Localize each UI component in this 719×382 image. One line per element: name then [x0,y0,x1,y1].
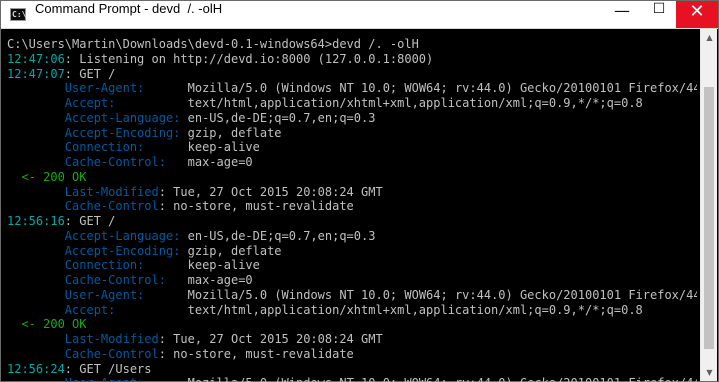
header-key: Cache-Control [64,199,159,214]
console-line: Connection: keep-alive [7,258,697,273]
console-line: Cache-Control: max-age=0 [7,273,697,288]
console-text: text/html,application/xhtml+xml,applicat… [115,302,643,317]
console-text: : no-store, must-revalidate [158,199,354,214]
console-text: text/html,application/xhtml+xml,applicat… [115,96,643,110]
console-text: keep-alive [144,140,260,155]
header-key: Accept-Language: [64,110,181,125]
header-key: Cache-Control: [64,273,166,287]
header-key: Connection: [64,140,145,155]
console-text: C:\Users\Martin\Downloads\devd-0.1-windo… [7,37,419,51]
maximize-button[interactable]: ☐ [641,1,677,28]
scroll-down-arrow-icon[interactable]: ▼ [701,364,718,381]
console-text: Mozilla/5.0 (Windows NT 10.0; WOW64; rv:… [144,81,697,96]
header-key: Accept-Encoding: [64,243,181,258]
header-key: Accept: [64,96,116,110]
console-text: en-US,de-DE;q=0.7,en;q=0.3 [180,110,376,125]
console-output[interactable]: C:\Users\Martin\Downloads\devd-0.1-windo… [7,37,697,382]
console-text: : Tue, 27 Oct 2015 20:08:24 GMT [158,184,383,199]
command-prompt-window: C:\ Command Prompt - devd /. -olH — ☐ ✕ … [0,0,719,382]
header-key: Cache-Control: [64,155,166,169]
scroll-up-arrow-icon[interactable]: ▲ [701,29,718,46]
console-line: Last-Modified: Tue, 27 Oct 2015 20:08:24… [7,332,697,347]
console-line: <- 200 OK [7,317,697,332]
vertical-scrollbar[interactable]: ▲ ▼ [700,29,717,381]
header-key: Cache-Control [64,346,159,361]
cmd-icon[interactable]: C:\ [10,8,26,21]
console-text: gzip, deflate [180,243,282,258]
header-key: Last-Modified [64,184,159,199]
header-key: User-Agent: [64,287,145,302]
console-text: : GET / [64,214,116,228]
console-text: : Listening on http://devd.io:8000 (127.… [64,51,434,66]
console-line: <- 200 OK [7,170,697,185]
console-line: Accept-Encoding: gzip, deflate [7,244,697,259]
console-line: 12:47:06: Listening on http://devd.io:80… [7,52,697,67]
minimize-button[interactable]: — [604,1,640,28]
timestamp: 12:56:24 [7,361,65,376]
header-key: Accept-Encoding: [64,125,181,140]
console-text: : no-store, must-revalidate [158,346,354,361]
header-key: Connection: [64,258,145,273]
console-line: Cache-Control: no-store, must-revalidate [7,347,697,362]
console-line: Connection: keep-alive [7,140,697,155]
console-line: C:\Users\Martin\Downloads\devd-0.1-windo… [7,37,697,52]
header-key: Accept: [64,302,116,317]
header-key: User-Agent: [64,81,145,96]
console-line: 12:56:24: GET /Users [7,362,697,377]
console-line: Cache-Control: no-store, must-revalidate [7,199,697,214]
console-line: Accept-Language: en-US,de-DE;q=0.7,en;q=… [7,111,697,126]
scrollbar-thumb[interactable] [704,87,714,349]
console-text: max-age=0 [165,273,253,287]
console-text: : Tue, 27 Oct 2015 20:08:24 GMT [158,332,383,346]
console-line: Accept-Language: en-US,de-DE;q=0.7,en;q=… [7,229,697,244]
console-text: Mozilla/5.0 (Windows NT 10.0; WOW64; rv:… [144,287,697,302]
console-line: User-Agent: Mozilla/5.0 (Windows NT 10.0… [7,81,697,96]
title-bar[interactable]: C:\ Command Prompt - devd /. -olH — ☐ ✕ [1,1,718,29]
console-text: gzip, deflate [180,125,282,140]
status-response: <- 200 OK [7,169,87,184]
header-key: User-Agent: [65,376,144,382]
console-line: Accept: text/html,application/xhtml+xml,… [7,303,697,318]
console-text: keep-alive [144,258,260,273]
console-line: Cache-Control: max-age=0 [7,155,697,170]
header-key: Last-Modified [64,332,159,346]
console-text: : GET / [64,66,116,81]
console-line: User-Agent: Mozilla/5.0 (Windows NT 10.0… [7,376,697,382]
console-text: Mozilla/5.0 (Windows NT 10.0; WOW64; rv:… [144,376,697,382]
console-line: Last-Modified: Tue, 27 Oct 2015 20:08:24… [7,185,697,200]
status-response: <- 200 OK [7,317,87,332]
console-line: Accept: text/html,application/xhtml+xml,… [7,96,697,111]
header-key: Accept-Language: [64,228,181,243]
timestamp: 12:56:16 [7,214,65,228]
console-line: 12:56:16: GET / [7,214,697,229]
console-text: : GET /Users [64,361,152,376]
console-line: User-Agent: Mozilla/5.0 (Windows NT 10.0… [7,288,697,303]
timestamp: 12:47:06 [7,51,65,66]
console-line: 12:47:07: GET / [7,67,697,82]
timestamp: 12:47:07 [7,66,65,81]
console-text: max-age=0 [165,155,253,169]
window-title: Command Prompt - devd /. -olH [35,1,223,16]
console-text: en-US,de-DE;q=0.7,en;q=0.3 [180,228,376,243]
console-line: Accept-Encoding: gzip, deflate [7,126,697,141]
close-button[interactable]: ✕ [676,1,718,28]
